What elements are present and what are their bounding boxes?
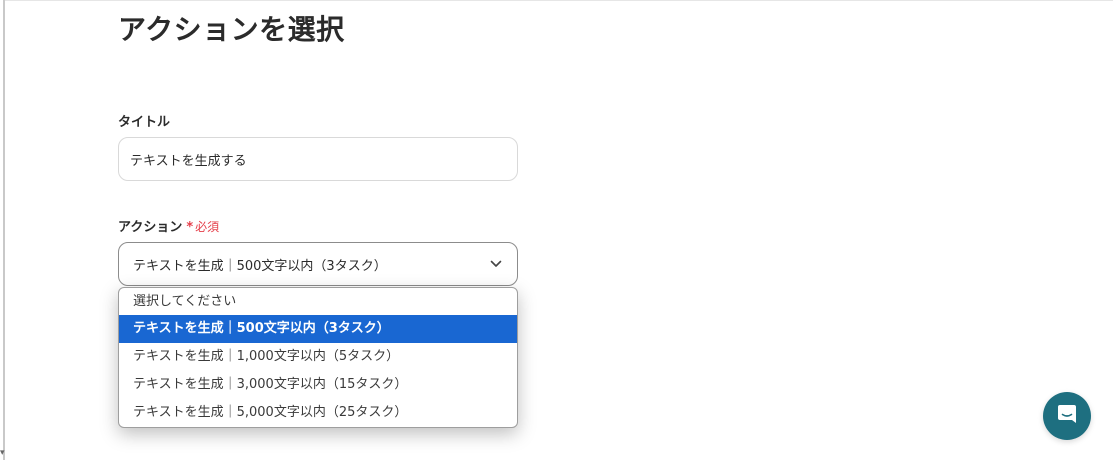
title-field-label: タイトル [118, 111, 170, 130]
action-field-label: アクション * 必須 [118, 216, 219, 235]
action-select[interactable]: テキストを生成｜500文字以内（3タスク） [118, 242, 518, 286]
chat-button[interactable] [1043, 392, 1091, 440]
title-label-text: タイトル [118, 115, 171, 130]
action-dropdown-list: 選択してください テキストを生成｜500文字以内（3タスク） テキストを生成｜1,0… [118, 287, 518, 428]
left-border [3, 0, 5, 460]
dropdown-option[interactable]: テキストを生成｜5,000文字以内（25タスク） [119, 399, 517, 427]
required-text: 必須 [195, 220, 220, 234]
dropdown-option[interactable]: テキストを生成｜3,000文字以内（15タスク） [119, 371, 517, 399]
dropdown-option[interactable]: 選択してください [119, 288, 517, 315]
required-asterisk: * [186, 220, 194, 235]
corner-caret-icon: ▾ [0, 448, 5, 458]
action-label-text: アクション [118, 220, 183, 235]
chat-bubble-icon [1056, 403, 1078, 429]
action-select-value: テキストを生成｜500文字以内（3タスク） [133, 258, 387, 274]
dropdown-option[interactable]: テキストを生成｜1,000文字以内（5タスク） [119, 343, 517, 371]
top-border [5, 0, 1113, 1]
title-input[interactable] [118, 137, 518, 181]
dropdown-option[interactable]: テキストを生成｜500文字以内（3タスク） [119, 315, 517, 343]
chevron-down-icon [489, 257, 503, 271]
page-title: アクションを選択 [118, 13, 345, 46]
